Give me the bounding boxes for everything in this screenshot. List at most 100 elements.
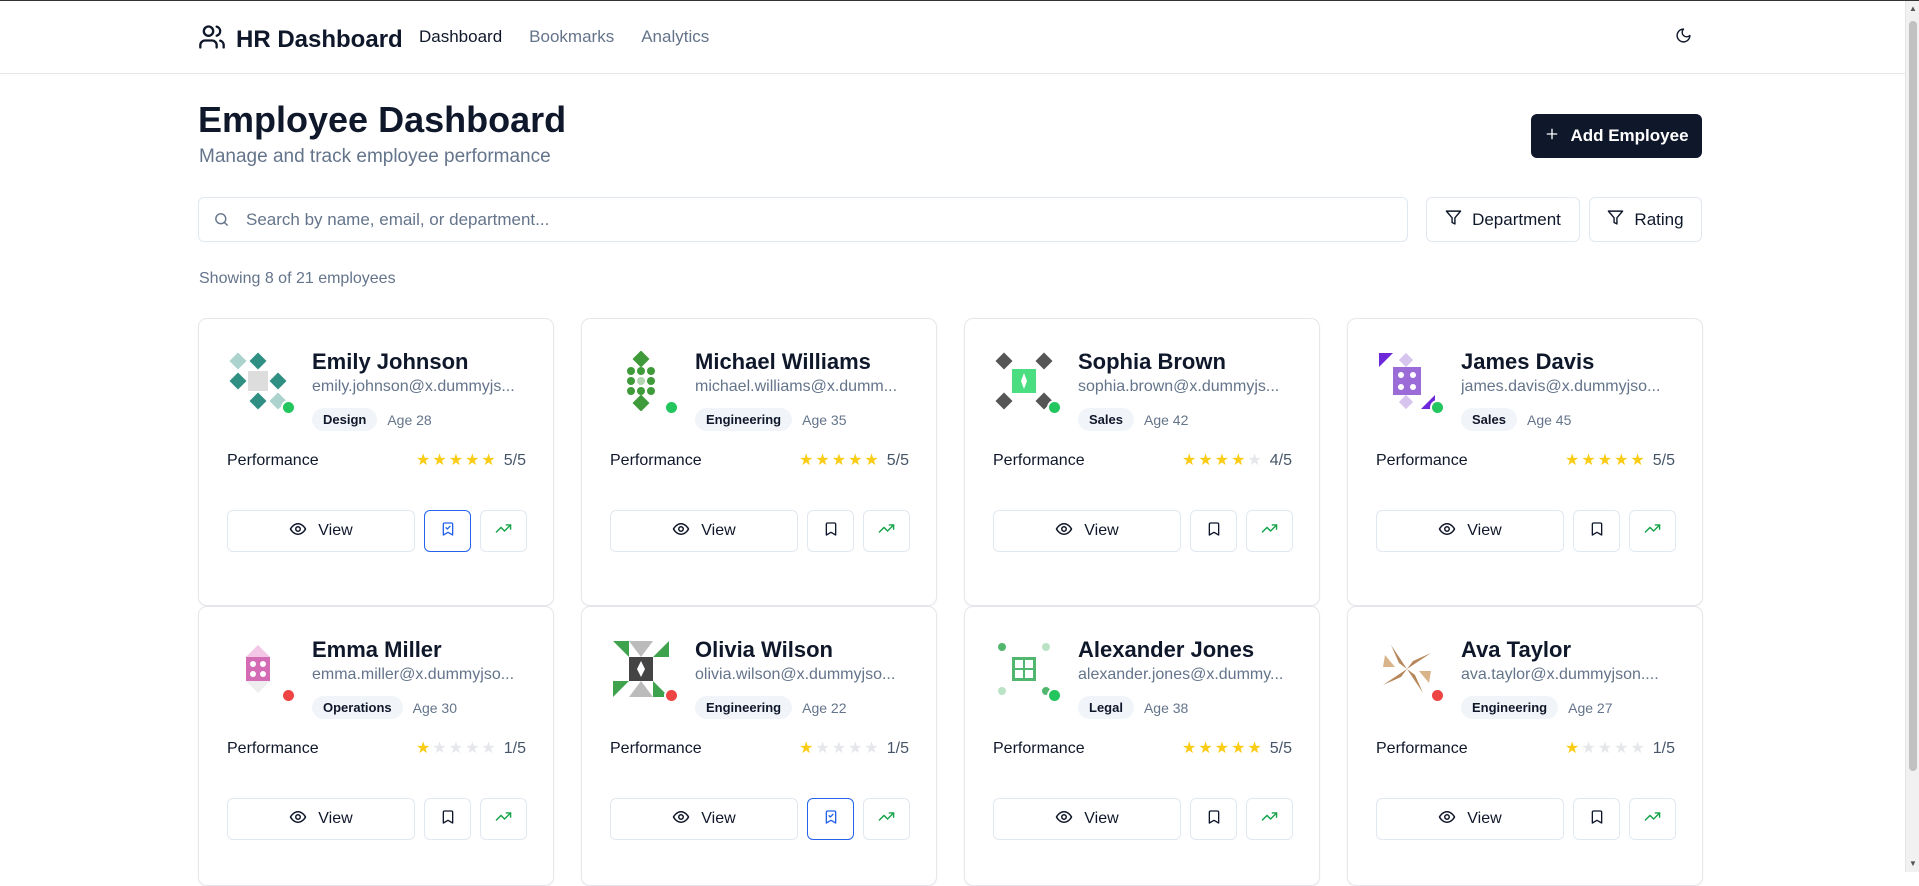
nav-bookmarks[interactable]: Bookmarks (529, 27, 614, 47)
promote-button[interactable] (480, 798, 527, 840)
employee-meta: Engineering Age 22 (695, 696, 847, 719)
employee-card: Emily Johnson emily.johnson@x.dummyjs...… (198, 318, 554, 606)
star-icon: ★ (1581, 740, 1596, 757)
employee-email: michael.williams@x.dumm... (695, 378, 898, 395)
bookmark-button[interactable] (1573, 510, 1620, 552)
bookmark-button[interactable] (807, 798, 854, 840)
department-badge: Engineering (1461, 696, 1559, 719)
star-icon: ★ (1214, 740, 1230, 757)
employee-name: James Davis (1461, 349, 1595, 374)
employee-email: james.davis@x.dummyjso... (1461, 378, 1661, 395)
view-button[interactable]: View (1376, 798, 1564, 840)
search-input[interactable] (244, 208, 1344, 231)
performance-rating: ★ ★ ★ ★ ★ 1/5 (799, 740, 909, 758)
star-icon: ★ (416, 740, 431, 757)
employee-email: sophia.brown@x.dummyjs... (1078, 378, 1280, 395)
view-button[interactable]: View (993, 510, 1181, 552)
employee-avatar (611, 350, 671, 412)
rating-value: 5/5 (886, 452, 909, 469)
status-indicator (1047, 688, 1062, 703)
users-icon (198, 23, 226, 56)
status-indicator (1047, 400, 1062, 415)
status-indicator (1430, 688, 1445, 703)
nav-dashboard[interactable]: Dashboard (419, 27, 502, 47)
star-icon: ★ (1182, 740, 1197, 757)
trending-up-icon (1261, 520, 1278, 542)
view-label: View (1467, 810, 1502, 827)
scroll-down-arrow-icon[interactable]: ▼ (1908, 859, 1918, 869)
view-button[interactable]: View (993, 798, 1181, 840)
bookmark-button[interactable] (424, 510, 471, 552)
employee-email: emma.miller@x.dummyjso... (312, 666, 515, 683)
promote-button[interactable] (863, 798, 910, 840)
promote-button[interactable] (1629, 798, 1676, 840)
department-filter-button[interactable]: Department (1426, 197, 1580, 242)
employee-card: Ava Taylor ava.taylor@x.dummyjson.... En… (1347, 606, 1703, 886)
star-icon: ★ (1182, 452, 1197, 469)
department-badge: Sales (1461, 408, 1517, 431)
promote-button[interactable] (1246, 798, 1293, 840)
performance-rating: ★ ★ ★ ★ ★ 5/5 (416, 452, 526, 470)
star-icon: ★ (1597, 740, 1613, 757)
rating-value: 5/5 (1269, 740, 1292, 757)
view-button[interactable]: View (610, 510, 798, 552)
eye-icon (1438, 808, 1456, 831)
performance-label: Performance (610, 740, 702, 757)
bookmark-icon (1206, 521, 1222, 542)
trending-up-icon (495, 808, 512, 830)
rating-filter-label: Rating (1634, 209, 1684, 229)
scrollbar[interactable]: ▲ ▼ (1905, 1, 1919, 872)
trending-up-icon (878, 520, 895, 542)
bookmark-button[interactable] (424, 798, 471, 840)
nav-analytics[interactable]: Analytics (641, 27, 709, 47)
bookmark-button[interactable] (807, 510, 854, 552)
employee-card: Sophia Brown sophia.brown@x.dummyjs... S… (964, 318, 1320, 606)
star-icon: ★ (432, 740, 447, 757)
view-button[interactable]: View (610, 798, 798, 840)
scroll-up-arrow-icon[interactable]: ▲ (1908, 4, 1918, 14)
star-icon: ★ (848, 452, 863, 469)
card-actions: View (610, 510, 910, 552)
eye-icon (289, 808, 307, 831)
employee-name: Alexander Jones (1078, 637, 1255, 662)
view-button[interactable]: View (1376, 510, 1564, 552)
view-label: View (318, 522, 353, 539)
promote-button[interactable] (863, 510, 910, 552)
top-navbar: HR Dashboard Dashboard Bookmarks Analyti… (0, 1, 1905, 74)
card-actions: View (227, 798, 527, 840)
promote-button[interactable] (480, 510, 527, 552)
employee-email: emily.johnson@x.dummyjs... (312, 378, 515, 395)
star-icon: ★ (1630, 740, 1645, 757)
trending-up-icon (1644, 520, 1661, 542)
rating-filter-button[interactable]: Rating (1589, 197, 1702, 242)
status-indicator (664, 400, 679, 415)
employee-card: Olivia Wilson olivia.wilson@x.dummyjso..… (581, 606, 937, 886)
add-employee-button[interactable]: Add Employee (1531, 114, 1702, 158)
bookmark-icon (1206, 809, 1222, 830)
view-button[interactable]: View (227, 798, 415, 840)
bookmark-button[interactable] (1190, 798, 1237, 840)
department-badge: Sales (1078, 408, 1134, 431)
department-badge: Operations (312, 696, 403, 719)
employee-meta: Engineering Age 35 (695, 408, 847, 431)
view-button[interactable]: View (227, 510, 415, 552)
brand[interactable]: HR Dashboard (198, 23, 403, 56)
bookmark-button[interactable] (1190, 510, 1237, 552)
theme-toggle-button[interactable] (1670, 25, 1696, 51)
star-icon: ★ (465, 452, 480, 469)
promote-button[interactable] (1246, 510, 1293, 552)
employee-avatar (1377, 639, 1437, 699)
trending-up-icon (1644, 808, 1661, 830)
bookmark-icon (823, 809, 839, 830)
promote-button[interactable] (1629, 510, 1676, 552)
view-label: View (701, 810, 736, 827)
moon-icon (1675, 27, 1692, 49)
employee-card: Michael Williams michael.williams@x.dumm… (581, 318, 937, 606)
trending-up-icon (1261, 808, 1278, 830)
bookmark-button[interactable] (1573, 798, 1620, 840)
employee-card: Alexander Jones alexander.jones@x.dummy.… (964, 606, 1320, 886)
star-icon: ★ (848, 740, 863, 757)
star-icon: ★ (864, 452, 879, 469)
star-icon: ★ (481, 452, 496, 469)
scroll-thumb[interactable] (1909, 21, 1917, 771)
